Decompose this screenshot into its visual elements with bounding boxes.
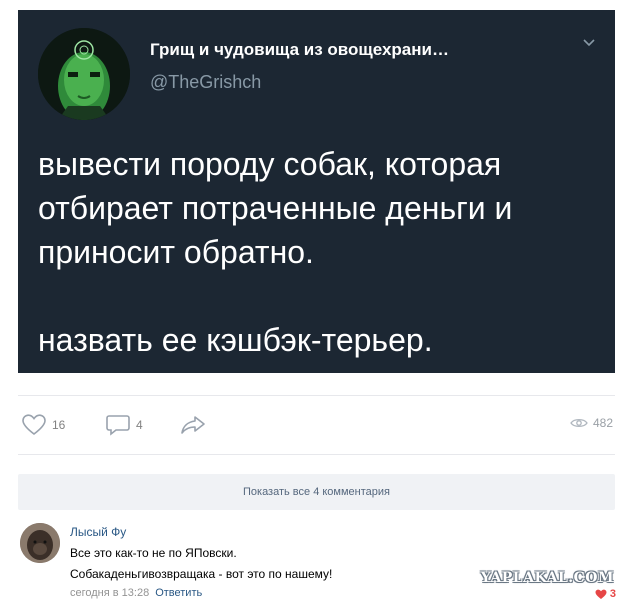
comment-text-line: Собакаденьгивозвращака - вот это по наше… <box>70 567 333 581</box>
view-counter: 482 <box>570 416 613 430</box>
comment-author[interactable]: Лысый Фу <box>70 525 126 539</box>
heart-icon <box>22 414 46 436</box>
show-all-comments-button[interactable]: Показать все 4 комментария <box>18 474 615 510</box>
avatar-image <box>38 28 130 120</box>
tweet-text-line: назвать ее кэшбэк-терьер. <box>38 322 433 358</box>
chevron-down-icon[interactable] <box>582 36 596 50</box>
share-icon <box>181 416 205 434</box>
comment-button[interactable]: 4 <box>106 414 143 436</box>
tweet-card: Грищ и чудовища из овощехрани… @TheGrish… <box>18 10 615 373</box>
author-avatar[interactable] <box>38 28 130 120</box>
comment-text-line: Все это как-то не по ЯПовски. <box>70 546 237 560</box>
view-count: 482 <box>592 416 613 430</box>
comment-icon <box>106 415 130 436</box>
tweet-text-line: отбирает потраченные деньги и <box>38 190 513 226</box>
post-action-bar: 16 4 482 <box>18 395 615 455</box>
watermark: YAPLAKAL.COM <box>480 570 614 586</box>
reply-button[interactable]: Ответить <box>155 587 202 599</box>
like-count: 16 <box>52 418 66 432</box>
heart-icon <box>595 589 607 599</box>
eye-icon <box>570 418 588 428</box>
comment-like-button[interactable]: 3 <box>595 588 616 600</box>
tweet-author-name[interactable]: Грищ и чудовища из овощехрани… <box>150 40 570 60</box>
tweet-text-line: приносит обратно. <box>38 234 314 270</box>
tweet-handle[interactable]: @TheGrishch <box>150 72 261 93</box>
tweet-text-line: вывести породу собак, которая <box>38 146 502 182</box>
tweet-text: вывести породу собак, которая отбирает п… <box>38 142 608 362</box>
comment-timestamp[interactable]: сегодня в 13:28 <box>70 587 149 599</box>
comment-meta: сегодня в 13:28 Ответить <box>70 587 202 599</box>
comment-avatar[interactable] <box>20 523 60 563</box>
comment-like-count: 3 <box>609 588 616 600</box>
comment-count: 4 <box>136 418 143 432</box>
avatar-image <box>20 523 60 563</box>
like-button[interactable]: 16 <box>22 414 65 436</box>
share-button[interactable] <box>180 414 206 436</box>
